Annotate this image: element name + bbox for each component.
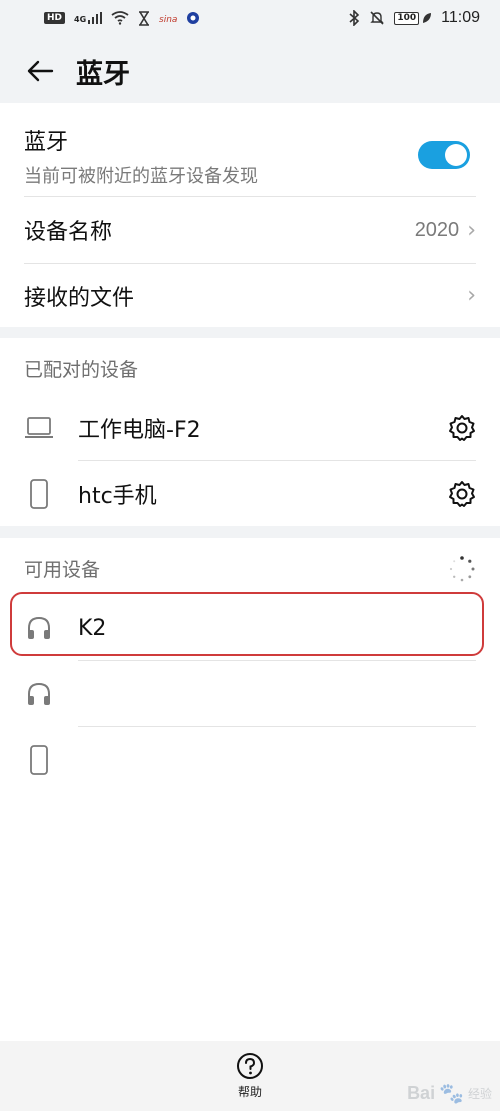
paired-devices-card: 已配对的设备 工作电脑-F2 htc手机 <box>0 338 500 526</box>
bluetooth-toggle-row[interactable]: 蓝牙 当前可被附近的蓝牙设备发现 <box>0 113 500 198</box>
divider <box>78 660 476 661</box>
watermark: Bai 🐾 经验 <box>407 1081 492 1105</box>
hd-icon: HD <box>44 12 66 24</box>
phone-icon <box>24 744 54 776</box>
app-header: 蓝牙 <box>0 36 500 106</box>
mute-icon <box>370 11 385 25</box>
headphones-icon <box>24 680 54 708</box>
paired-device-row[interactable]: htc手机 <box>0 462 500 526</box>
bottom-bar: 帮助 Bai 🐾 经验 <box>0 1041 500 1111</box>
hourglass-icon <box>139 10 150 26</box>
highlight-box <box>10 592 484 656</box>
paired-device-row[interactable]: 工作电脑-F2 <box>0 396 500 460</box>
watermark-text: Bai <box>407 1082 436 1103</box>
available-device-row[interactable] <box>0 728 500 792</box>
bluetooth-icon <box>349 10 360 26</box>
divider <box>78 726 476 727</box>
arrow-left-icon <box>27 60 54 82</box>
bluetooth-title: 蓝牙 <box>24 129 69 155</box>
app-notification-icon: sina <box>159 15 177 24</box>
battery-level: 100 <box>394 11 420 25</box>
bluetooth-settings-card: 蓝牙 当前可被附近的蓝牙设备发现 设备名称 2020 › 接收的文件 › <box>0 103 500 327</box>
wifi-icon <box>111 11 129 25</box>
gear-icon <box>449 481 475 507</box>
watermark-sub: 经验 <box>467 1086 492 1101</box>
page-title: 蓝牙 <box>76 58 130 90</box>
status-right: 100 11:09 <box>348 9 480 27</box>
received-files-label: 接收的文件 <box>24 285 135 311</box>
device-settings-button[interactable] <box>448 480 476 508</box>
device-settings-button[interactable] <box>448 414 476 442</box>
available-devices-header: 可用设备 <box>24 559 101 581</box>
paired-device-name: htc手机 <box>78 484 157 509</box>
status-time: 11:09 <box>441 9 480 26</box>
paired-devices-header: 已配对的设备 <box>24 359 139 381</box>
paired-device-name: 工作电脑-F2 <box>78 418 201 443</box>
device-name-row[interactable]: 设备名称 2020 › <box>0 197 500 263</box>
status-bar: HD 4G sina 100 11:09 <box>0 0 500 36</box>
device-name-label: 设备名称 <box>24 220 113 245</box>
circle-app-icon <box>187 12 200 24</box>
divider <box>78 460 476 461</box>
chevron-right-icon: › <box>467 217 476 243</box>
phone-icon <box>24 478 54 510</box>
loading-spinner-icon <box>449 556 475 582</box>
help-label: 帮助 <box>237 1085 262 1099</box>
received-files-row[interactable]: 接收的文件 › <box>0 264 500 327</box>
available-device-row[interactable] <box>0 662 500 726</box>
back-button[interactable] <box>16 47 64 95</box>
bluetooth-subtitle: 当前可被附近的蓝牙设备发现 <box>24 165 258 187</box>
gear-icon <box>449 415 475 441</box>
help-button[interactable]: 帮助 <box>236 1052 264 1100</box>
help-icon <box>237 1053 263 1079</box>
laptop-icon <box>24 414 54 442</box>
battery-icon: 100 <box>394 11 432 25</box>
device-name-value: 2020 <box>414 218 460 241</box>
svg-text:sina: sina <box>159 15 177 24</box>
leaf-icon <box>423 13 432 23</box>
paw-icon: 🐾 <box>439 1081 464 1105</box>
network-type-label: 4G <box>74 15 87 24</box>
toggle-knob <box>445 144 467 166</box>
status-left: HD 4G sina <box>44 10 200 26</box>
signal-icon: 4G <box>74 12 103 24</box>
chevron-right-icon: › <box>467 283 476 308</box>
bluetooth-toggle[interactable] <box>418 141 470 169</box>
